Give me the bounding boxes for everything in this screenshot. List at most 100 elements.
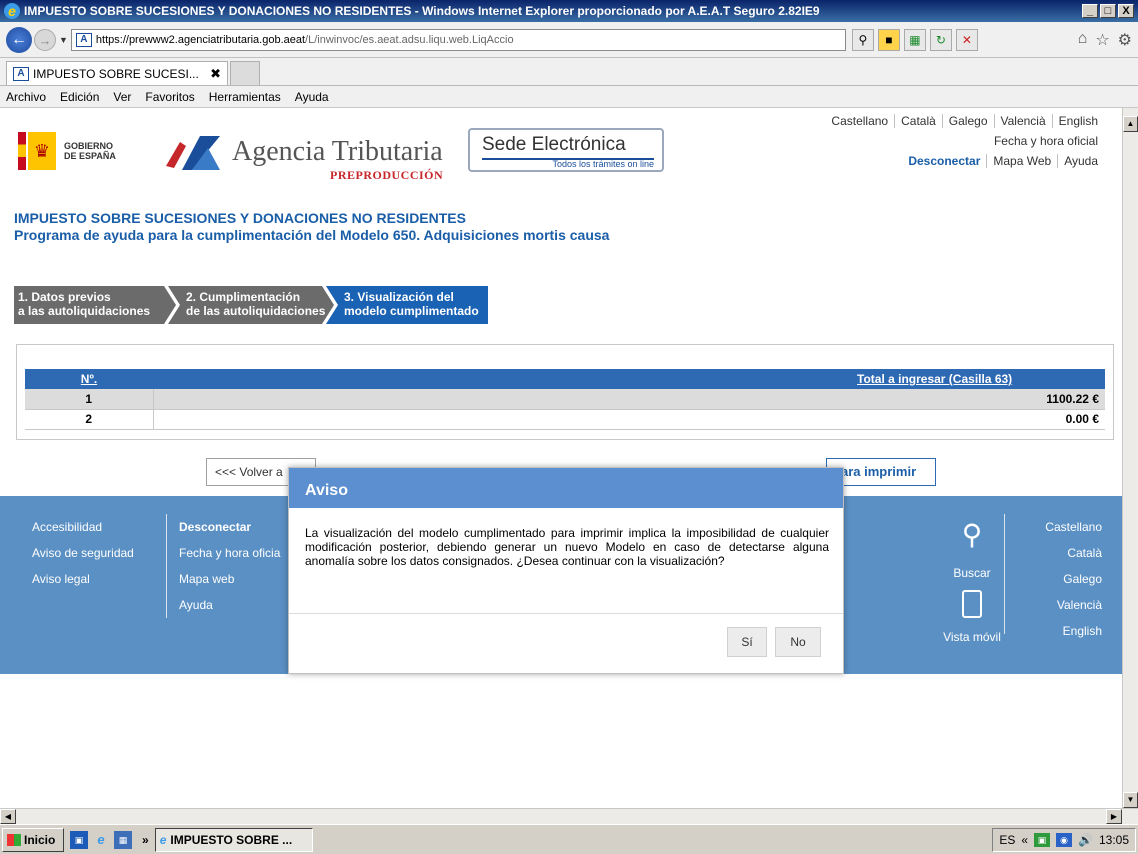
menu-bar: Archivo Edición Ver Favoritos Herramient…	[0, 86, 1138, 108]
mobile-phone-icon	[962, 590, 982, 618]
forward-button[interactable]: →	[34, 28, 56, 51]
gobierno-logo[interactable]: ♛ GOBIERNO DE ESPAÑA	[18, 128, 156, 174]
header-middle	[153, 369, 841, 389]
footer-official-time-link[interactable]: Fecha y hora oficia	[179, 540, 280, 566]
search-label: Buscar	[953, 566, 991, 580]
close-tab-icon[interactable]: ✖	[210, 66, 221, 82]
footer-mobile-view[interactable]: Vista móvil	[930, 590, 1014, 644]
row-number: 2	[25, 409, 154, 430]
tools-gear-icon[interactable]: ⚙	[1118, 30, 1132, 50]
lang-catala[interactable]: Català	[894, 114, 942, 128]
start-button[interactable]: Inicio	[2, 827, 64, 852]
menu-edicion[interactable]: Edición	[60, 90, 99, 104]
help-link[interactable]: Ayuda	[1057, 154, 1104, 168]
footer-search[interactable]: ⚲ Buscar	[940, 519, 1004, 581]
footer-lang-catala[interactable]: Català	[1045, 540, 1102, 566]
agencia-tributaria-mark-icon	[166, 136, 220, 170]
horizontal-scrollbar[interactable]: ◀ ▶	[0, 808, 1138, 824]
footer-col-legal: Accesibilidad Aviso de seguridad Aviso l…	[32, 514, 134, 592]
disconnect-link[interactable]: Desconectar	[902, 154, 986, 168]
dialog-title: Aviso	[289, 468, 843, 508]
quick-launch-more[interactable]: »	[142, 833, 149, 847]
scroll-down-arrow-icon[interactable]: ▼	[1123, 792, 1138, 808]
compatibility-view-icon[interactable]: ▦	[903, 28, 926, 51]
table-row[interactable]: 2 0.00 €	[25, 409, 1105, 430]
step3-line2: modelo cumplimentado	[344, 304, 479, 318]
step1-line2: a las autoliquidaciones	[18, 304, 151, 318]
address-input[interactable]: A https://prewww2.agenciatributaria.gob.…	[70, 28, 846, 51]
footer-lang-english[interactable]: English	[1045, 618, 1102, 644]
menu-archivo[interactable]: Archivo	[6, 90, 46, 104]
search-icon: ⚲	[961, 519, 983, 550]
no-button[interactable]: No	[775, 627, 821, 657]
vertical-scrollbar[interactable]: ▲ ▼	[1122, 108, 1138, 808]
lang-english[interactable]: English	[1051, 114, 1104, 128]
step-cumplimentacion[interactable]: 2. Cumplimentación de las autoliquidacio…	[168, 286, 334, 324]
header-numero[interactable]: Nº.	[25, 369, 153, 389]
security-notice-link[interactable]: Aviso de seguridad	[32, 540, 134, 566]
lock-icon[interactable]: ■	[877, 28, 900, 51]
coat-of-arms-icon: ♛	[28, 132, 56, 170]
home-icon[interactable]: ⌂	[1078, 30, 1088, 50]
back-button[interactable]: ←	[6, 26, 32, 53]
show-desktop-icon[interactable]: ▣	[70, 830, 88, 849]
history-dropdown-icon[interactable]: ▼	[59, 35, 68, 45]
system-tray: ES « ▣ ◉ 🔊 13:05	[992, 827, 1136, 852]
header-total[interactable]: Total a ingresar (Casilla 63)	[841, 369, 1105, 389]
tray-expand[interactable]: «	[1021, 833, 1028, 847]
security-tray-icon[interactable]: ◉	[1056, 832, 1073, 847]
favorites-star-icon[interactable]: ☆	[1095, 30, 1109, 50]
step1-line1: 1. Datos previos	[18, 290, 111, 304]
tab-impuesto[interactable]: A IMPUESTO SOBRE SUCESI... ✖	[6, 61, 228, 85]
aviso-dialog: Aviso La visualización del modelo cumpli…	[288, 467, 844, 674]
page-viewport: Castellano Català Galego Valencià Englis…	[0, 108, 1122, 808]
footer-disconnect-link[interactable]: Desconectar	[179, 514, 280, 540]
yes-button[interactable]: Sí	[727, 627, 767, 657]
scroll-left-arrow-icon[interactable]: ◀	[0, 809, 16, 824]
refresh-icon[interactable]: ↻	[929, 28, 952, 51]
sede-electronica-logo[interactable]: Sede Electrónica Todos los trámites on l…	[468, 128, 664, 172]
table-row[interactable]: 1 1100.22 €	[25, 389, 1105, 410]
taskbar-item-ie[interactable]: e IMPUESTO SOBRE ...	[154, 827, 313, 852]
stop-icon[interactable]: ✕	[955, 28, 978, 51]
legal-notice-link[interactable]: Aviso legal	[32, 566, 134, 592]
row-number: 1	[25, 389, 154, 410]
input-language[interactable]: ES	[999, 833, 1015, 847]
menu-favoritos[interactable]: Favoritos	[145, 90, 194, 104]
footer-lang-galego[interactable]: Galego	[1045, 566, 1102, 592]
step-visualizacion[interactable]: 3. Visualización del modelo cumplimentad…	[326, 286, 488, 324]
site-map-link[interactable]: Mapa Web	[986, 154, 1057, 168]
menu-herramientas[interactable]: Herramientas	[209, 90, 281, 104]
footer-help-link[interactable]: Ayuda	[179, 592, 280, 618]
official-time-link[interactable]: Fecha y hora oficial	[994, 134, 1104, 148]
search-icon[interactable]: ⚲	[851, 28, 874, 51]
lang-valencia[interactable]: Valencià	[993, 114, 1052, 128]
new-tab-button[interactable]	[230, 61, 260, 85]
ie-launch-icon[interactable]: e	[92, 831, 110, 849]
footer-lang-castellano[interactable]: Castellano	[1045, 514, 1102, 540]
volume-icon[interactable]: 🔊	[1078, 833, 1093, 847]
windows-flag-icon	[7, 833, 21, 846]
scroll-right-arrow-icon[interactable]: ▶	[1106, 809, 1122, 824]
agencia-tributaria-logo[interactable]: Agencia Tributaria PREPRODUCCIÓN	[162, 128, 462, 182]
row-total: 0.00 €	[841, 409, 1105, 430]
scroll-up-arrow-icon[interactable]: ▲	[1123, 116, 1138, 132]
accessibility-link[interactable]: Accesibilidad	[32, 514, 134, 540]
network-icon[interactable]: ▣	[1034, 832, 1051, 847]
close-button[interactable]: X	[1118, 4, 1134, 18]
window-title: IMPUESTO SOBRE SUCESIONES Y DONACIONES N…	[24, 4, 820, 18]
maximize-button[interactable]: □	[1100, 4, 1116, 18]
windows-taskbar: Inicio ▣ e ▦ » e IMPUESTO SOBRE ... ES «…	[0, 824, 1138, 854]
minimize-button[interactable]: _	[1082, 4, 1098, 18]
footer-site-map-link[interactable]: Mapa web	[179, 566, 280, 592]
mobile-view-label: Vista móvil	[943, 630, 1001, 644]
row-middle	[153, 409, 841, 430]
lang-galego[interactable]: Galego	[941, 114, 994, 128]
menu-ver[interactable]: Ver	[113, 90, 131, 104]
footer-lang-valencia[interactable]: Valencià	[1045, 592, 1102, 618]
lang-castellano[interactable]: Castellano	[825, 114, 894, 128]
windows-explorer-icon[interactable]: ▦	[114, 830, 132, 849]
menu-ayuda[interactable]: Ayuda	[295, 90, 329, 104]
step-datos-previos[interactable]: 1. Datos previos a las autoliquidaciones	[14, 286, 176, 324]
address-tools: ⚲ ■ ▦ ↻ ✕	[851, 28, 978, 51]
